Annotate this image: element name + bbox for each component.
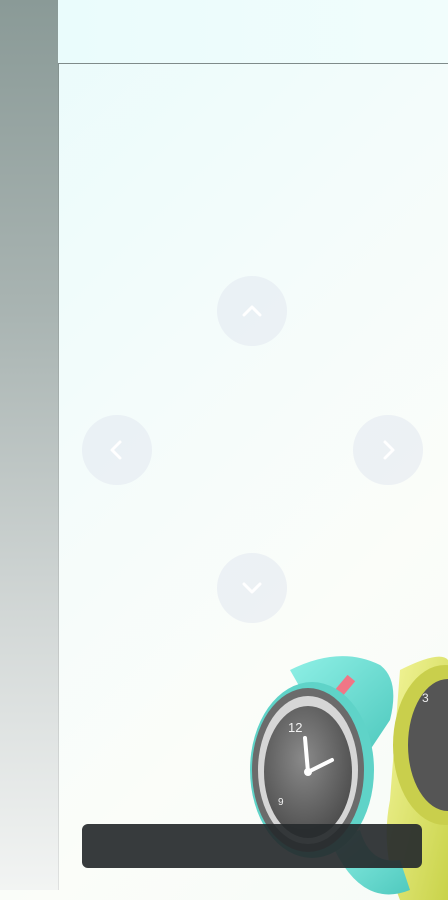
scroll-down-button[interactable] xyxy=(217,553,287,623)
chevron-left-icon xyxy=(110,440,122,460)
scroll-up-button[interactable] xyxy=(217,276,287,346)
svg-text:9: 9 xyxy=(278,797,284,808)
sidebar xyxy=(0,0,59,890)
chevron-right-icon xyxy=(383,440,395,460)
next-button[interactable] xyxy=(353,415,423,485)
previous-button[interactable] xyxy=(82,415,152,485)
bottom-bar xyxy=(82,824,422,868)
chevron-down-icon xyxy=(242,582,262,594)
chevron-up-icon xyxy=(242,305,262,317)
top-bar xyxy=(58,0,448,64)
svg-text:3: 3 xyxy=(422,691,429,705)
svg-text:12: 12 xyxy=(288,720,302,735)
